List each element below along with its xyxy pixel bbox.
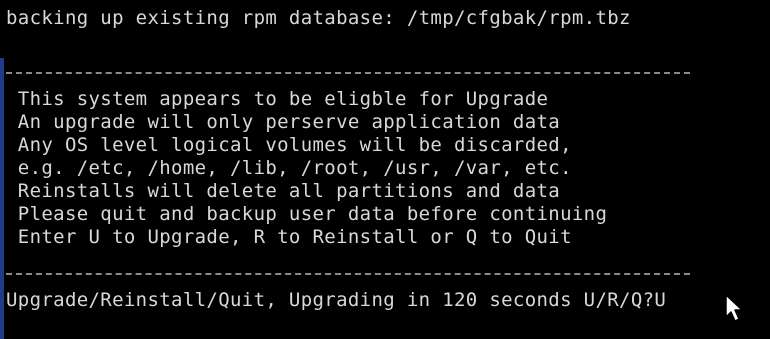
divider-top [6,72,690,74]
mouse-pointer-icon [725,294,743,322]
message-line-4: e.g. /etc, /home, /lib, /root, /usr, /va… [6,157,572,179]
message-line-3: Any OS level logical volumes will be dis… [6,134,572,156]
upgrade-prompt[interactable]: Upgrade/Reinstall/Quit, Upgrading in 120… [6,289,666,311]
message-line-7: Enter U to Upgrade, R to Reinstall or Q … [6,226,572,248]
left-edge-bar [0,58,4,339]
message-line-6: Please quit and backup user data before … [6,203,608,225]
message-line-1: This system appears to be eligble for Up… [6,88,549,110]
message-line-5: Reinstalls will delete all partitions an… [6,180,561,202]
divider-bottom [6,273,690,275]
message-line-2: An upgrade will only perserve applicatio… [6,111,561,133]
terminal-screen: backing up existing rpm database: /tmp/c… [0,0,770,339]
status-line: backing up existing rpm database: /tmp/c… [6,7,631,29]
prompt-text: Upgrade/Reinstall/Quit, Upgrading in 120… [6,289,655,311]
prompt-input[interactable]: U [654,289,666,311]
